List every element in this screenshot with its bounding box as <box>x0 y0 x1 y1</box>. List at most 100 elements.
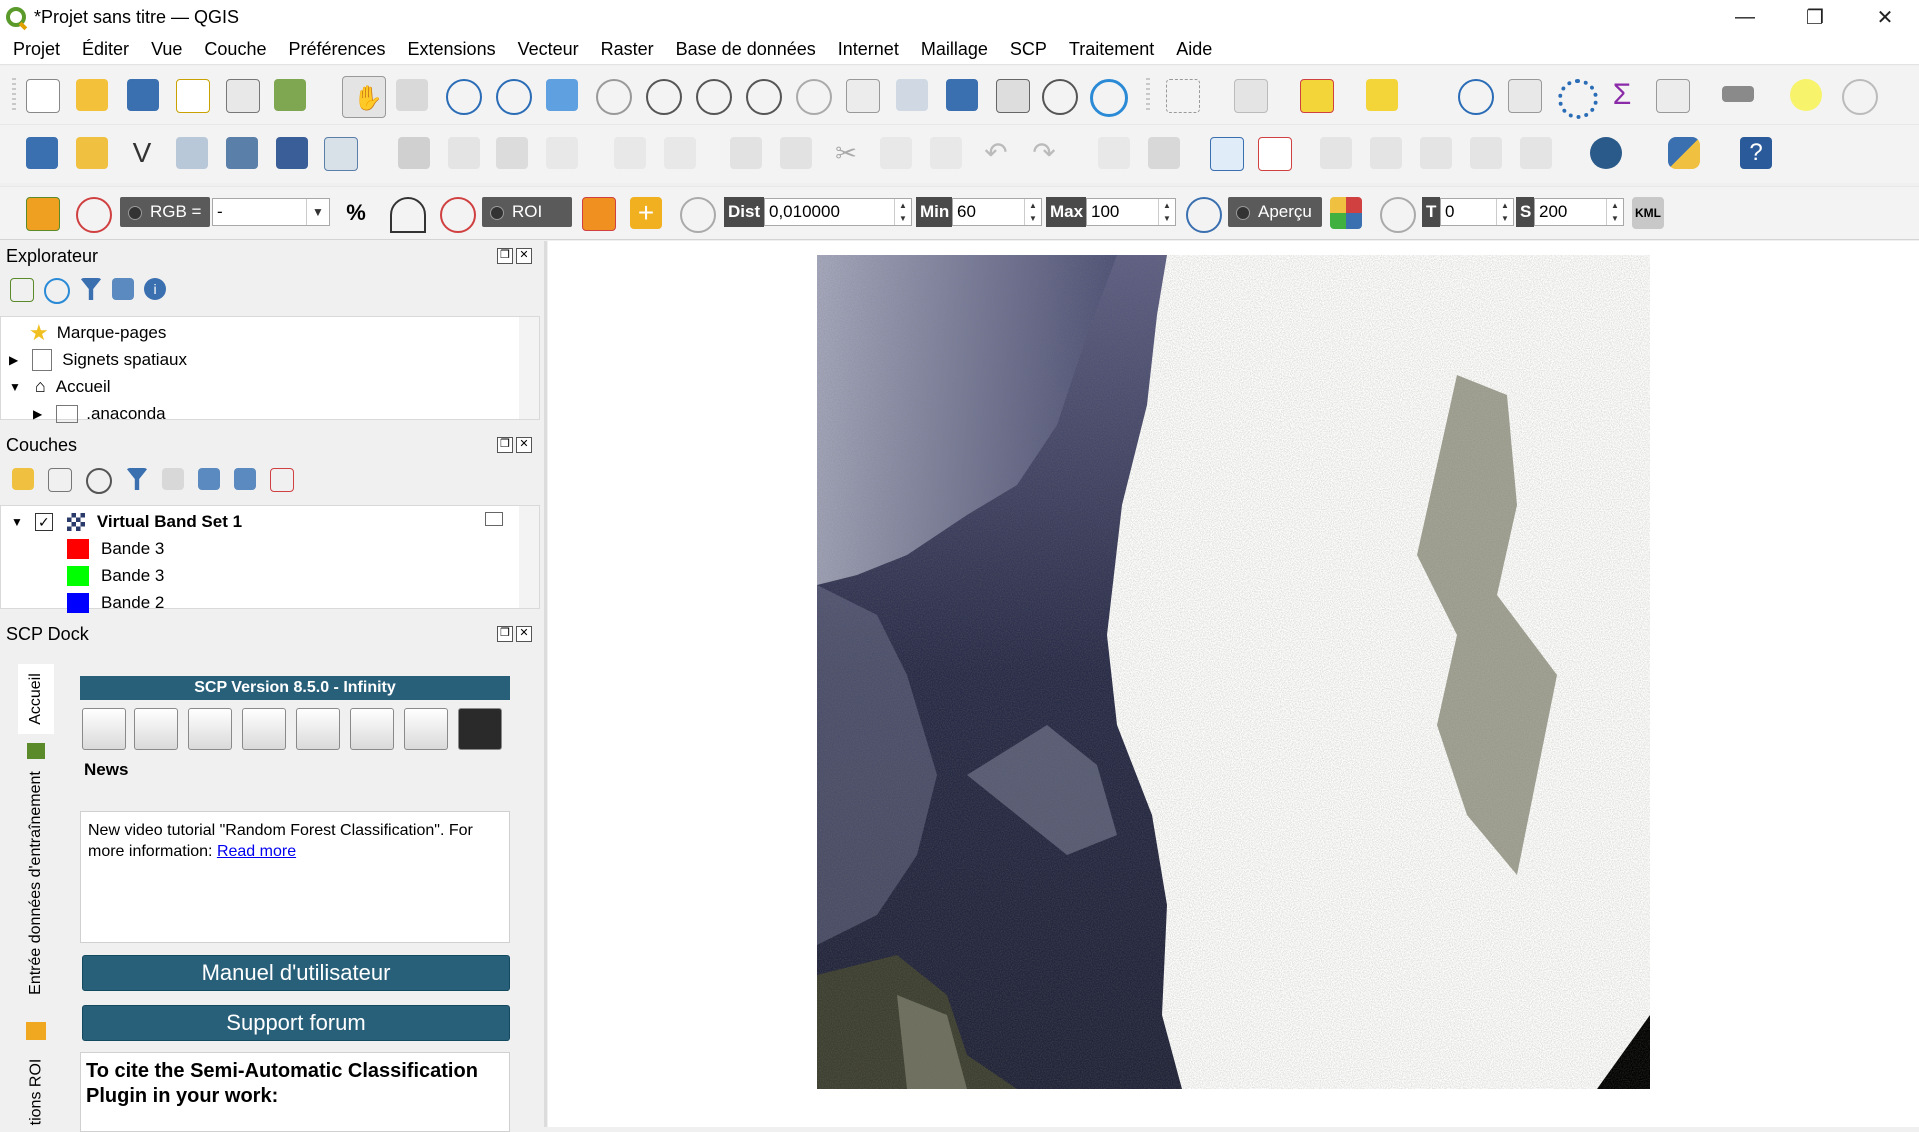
new-map-view-icon[interactable] <box>846 79 880 113</box>
float-panel-icon[interactable]: ❐ <box>497 437 513 453</box>
create-roi-polygon-icon[interactable] <box>582 197 616 231</box>
redo-roi-icon[interactable] <box>680 197 716 233</box>
dist-spinbox[interactable]: 0,010000 ▲ ▼ <box>764 198 912 226</box>
band-calc-icon[interactable] <box>404 708 448 750</box>
add-raster-layer-icon[interactable] <box>276 137 308 169</box>
zoom-to-layer-icon[interactable] <box>646 79 682 115</box>
measure-line-icon[interactable] <box>1722 86 1754 102</box>
spin-arrows-icon[interactable]: ▲ ▼ <box>1496 199 1513 225</box>
deselect-features-icon[interactable] <box>1300 79 1334 113</box>
menu-traitement[interactable]: Traitement <box>1069 39 1154 60</box>
chevron-down-icon[interactable]: ▼ <box>11 515 23 529</box>
spin-arrows-icon[interactable]: ▲ ▼ <box>1158 199 1175 225</box>
roi-toggle[interactable]: ROI <box>482 197 572 227</box>
tree-item-anaconda[interactable]: ▶ .anaconda <box>33 400 166 427</box>
layer-diagram-icon[interactable] <box>1258 137 1292 171</box>
show-hide-labels-icon[interactable] <box>1420 137 1452 169</box>
chevron-right-icon[interactable]: ▶ <box>9 353 18 367</box>
zoom-in-icon[interactable] <box>446 79 482 115</box>
select-by-value-icon[interactable] <box>1234 79 1268 113</box>
layer-labeling-icon[interactable] <box>1210 137 1244 171</box>
menu-projet[interactable]: Projet <box>13 39 60 60</box>
rotate-label-icon[interactable] <box>1520 137 1552 169</box>
add-feature-icon[interactable] <box>546 137 578 169</box>
spin-arrows-icon[interactable]: ▲ ▼ <box>894 199 911 225</box>
diagram-options-icon[interactable] <box>1148 137 1180 169</box>
spin-arrows-icon[interactable]: ▲ ▼ <box>1024 199 1041 225</box>
spectral-plot-icon[interactable] <box>188 708 232 750</box>
layer-styling-icon[interactable] <box>12 468 34 490</box>
save-project-icon[interactable] <box>127 79 159 111</box>
panel-splitter[interactable] <box>544 241 547 1127</box>
tab-roi-options[interactable]: tions ROI <box>18 1052 54 1132</box>
zoom-next-icon[interactable] <box>796 79 832 115</box>
open-attribute-table-icon[interactable] <box>1508 79 1542 113</box>
chevron-down-icon[interactable]: ▼ <box>9 380 21 394</box>
map-tips-icon[interactable] <box>1790 79 1822 111</box>
zoom-out-icon[interactable] <box>496 79 532 115</box>
undo-icon[interactable]: ↶ <box>980 137 1012 169</box>
show-spatial-bookmarks-icon[interactable] <box>996 79 1030 113</box>
min-spinbox[interactable]: 60 ▲ ▼ <box>952 198 1042 226</box>
add-wms-layer-icon[interactable] <box>226 137 258 169</box>
menu-couche[interactable]: Couche <box>204 39 266 60</box>
kml-export-icon[interactable]: KML <box>1632 197 1664 229</box>
float-panel-icon[interactable]: ❐ <box>497 248 513 264</box>
add-selected-layers-icon[interactable] <box>10 278 34 302</box>
new-3d-map-view-icon[interactable] <box>896 79 928 111</box>
preview-toggle[interactable]: Aperçu <box>1228 197 1322 227</box>
browser-scrollbar[interactable] <box>519 317 539 419</box>
download-products-icon[interactable] <box>134 708 178 750</box>
layout-manager-icon[interactable] <box>226 79 260 113</box>
menu-internet[interactable]: Internet <box>838 39 899 60</box>
preprocessing-icon[interactable] <box>242 708 286 750</box>
redo-preview-icon[interactable] <box>1380 197 1416 233</box>
band-stretch-icon[interactable]: % <box>340 197 372 229</box>
cut-features-icon[interactable]: ✂ <box>830 137 862 169</box>
postprocessing-icon[interactable] <box>350 708 394 750</box>
rgb-combo[interactable]: - ▼ <box>212 198 330 226</box>
zoom-last-icon[interactable] <box>746 79 782 115</box>
label-toolbar-icon[interactable] <box>1098 137 1130 169</box>
menu-base-de-donnees[interactable]: Base de données <box>676 39 816 60</box>
scp-dock-icon[interactable] <box>26 197 60 231</box>
zoom-native-resolution-icon[interactable] <box>696 79 732 115</box>
locator-icon[interactable] <box>1842 79 1878 115</box>
menu-maillage[interactable]: Maillage <box>921 39 988 60</box>
scp-zoom-input-icon[interactable] <box>76 197 112 233</box>
filter-icon[interactable] <box>80 278 102 300</box>
temporal-controller-icon[interactable] <box>1042 79 1078 115</box>
map-canvas[interactable] <box>548 241 1919 1127</box>
expand-all-icon[interactable] <box>198 468 220 490</box>
digitize-pencil-icon[interactable] <box>398 137 430 169</box>
vertex-tool-icon[interactable] <box>614 137 646 169</box>
band-processing-icon[interactable] <box>296 708 340 750</box>
toolbar-grip[interactable] <box>12 78 16 112</box>
close-panel-icon[interactable]: ✕ <box>516 626 532 642</box>
add-vector-layer-icon[interactable]: V <box>126 137 158 169</box>
chevron-down-icon[interactable]: ▼ <box>306 199 329 225</box>
spin-arrows-icon[interactable]: ▲ ▼ <box>1606 199 1623 225</box>
add-mesh-layer-icon[interactable] <box>324 137 358 171</box>
help-icon[interactable]: ? <box>1740 137 1772 169</box>
info-icon[interactable]: i <box>144 278 166 300</box>
layer-group-row[interactable]: ▼ ✓ Virtual Band Set 1 <box>11 508 242 535</box>
s-spinbox[interactable]: 200 ▲ ▼ <box>1534 198 1624 226</box>
new-project-icon[interactable] <box>26 79 60 113</box>
layer-indicator-icon[interactable] <box>485 512 503 526</box>
collapse-all-icon[interactable] <box>112 278 134 300</box>
open-project-icon[interactable] <box>76 79 108 111</box>
chevron-right-icon[interactable]: ▶ <box>33 407 42 421</box>
close-button[interactable]: ✕ <box>1850 0 1919 34</box>
band-set-icon[interactable] <box>82 708 126 750</box>
read-more-link[interactable]: Read more <box>217 843 296 860</box>
toggle-editing-icon[interactable] <box>448 137 480 169</box>
style-manager-icon[interactable] <box>274 79 306 111</box>
refresh-icon[interactable] <box>44 278 70 304</box>
paste-features-icon[interactable] <box>930 137 962 169</box>
processing-toolbox-icon[interactable] <box>1558 79 1598 119</box>
zoom-to-preview-icon[interactable] <box>1186 197 1222 233</box>
menu-vue[interactable]: Vue <box>151 39 182 60</box>
collapse-all-icon[interactable] <box>234 468 256 490</box>
field-calculator-icon[interactable] <box>1656 79 1690 113</box>
